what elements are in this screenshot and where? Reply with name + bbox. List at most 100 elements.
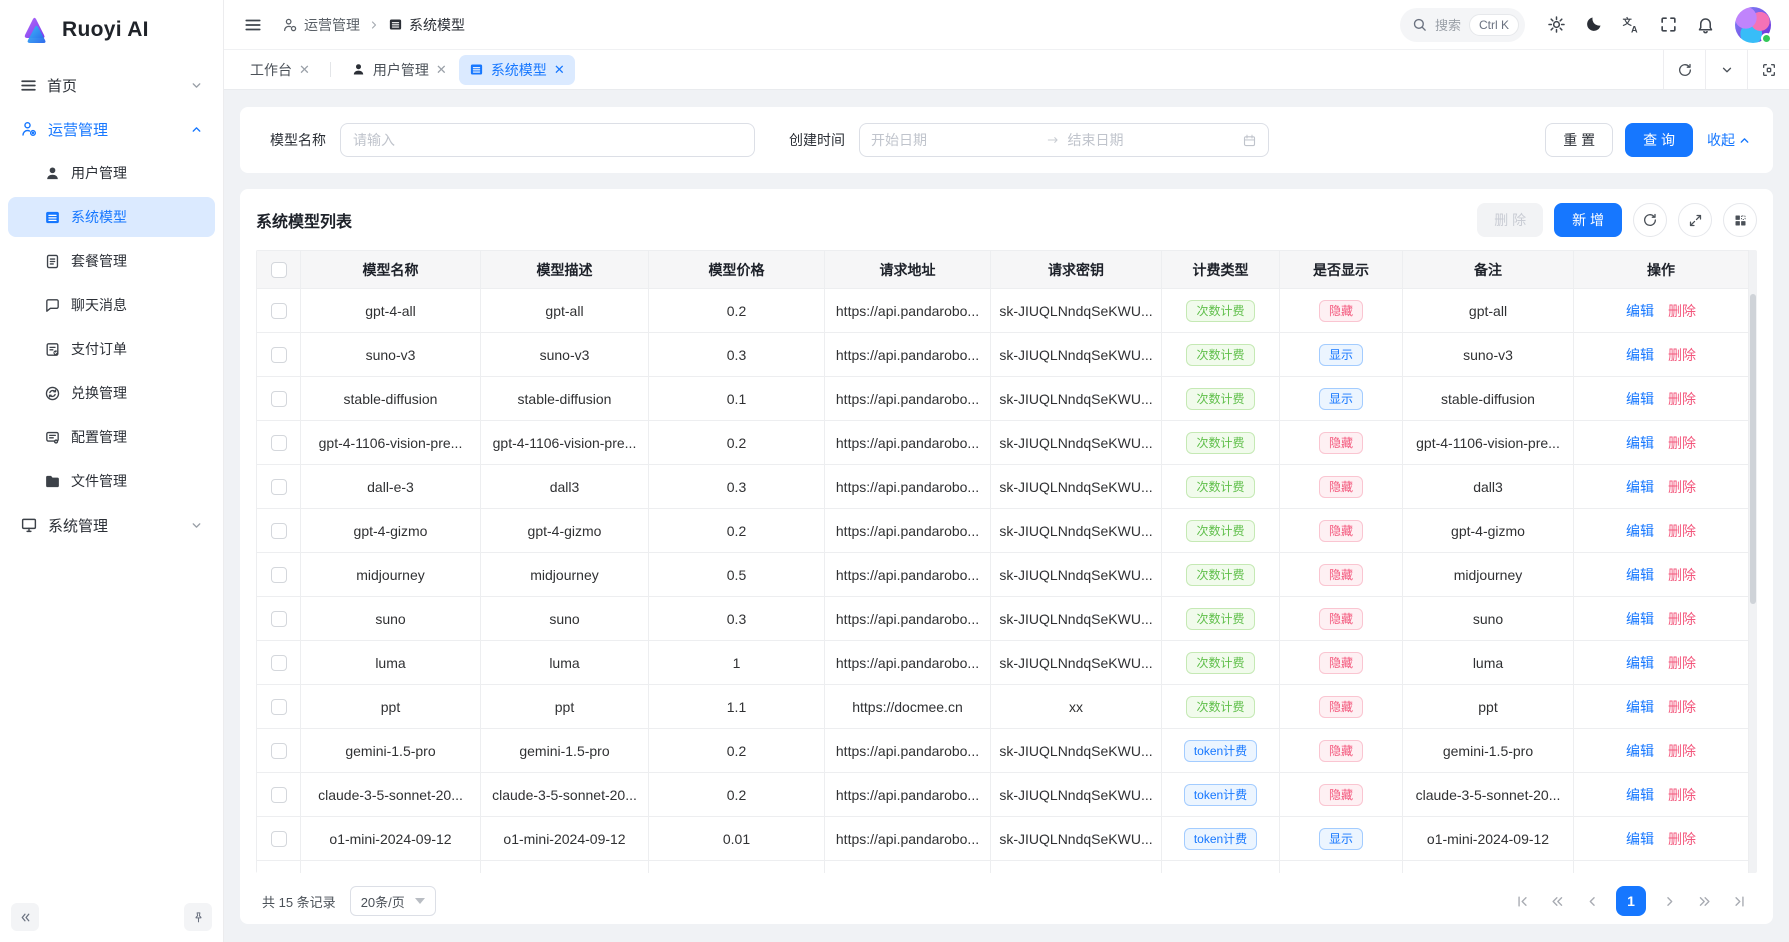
delete-link[interactable]: 删除 (1668, 831, 1696, 847)
search-button[interactable]: 查 询 (1625, 123, 1693, 157)
close-icon[interactable]: ✕ (299, 63, 310, 76)
delete-link[interactable]: 删除 (1668, 655, 1696, 671)
column-settings-button[interactable] (1723, 203, 1757, 237)
refresh-page-button[interactable] (1663, 50, 1705, 89)
sidebar-item-home[interactable]: 首页 (8, 65, 215, 105)
delete-link[interactable]: 删除 (1668, 347, 1696, 363)
sidebar-item-operations[interactable]: 运营管理 (8, 109, 215, 149)
sidebar-item-package-management[interactable]: 套餐管理 (8, 241, 215, 281)
table-scrollbar-thumb[interactable] (1750, 294, 1756, 604)
tab-user-management[interactable]: 用户管理 ✕ (341, 55, 457, 85)
tabbar: 工作台 ✕ 用户管理 ✕ 系统模型 ✕ (224, 50, 1789, 90)
pin-sidebar-button[interactable] (184, 903, 212, 931)
edit-link[interactable]: 编辑 (1626, 347, 1654, 363)
delete-link[interactable]: 删除 (1668, 611, 1696, 627)
delete-link[interactable]: 删除 (1668, 303, 1696, 319)
page-size-select[interactable]: 20条/页 (350, 886, 436, 916)
cell-model-price: 0.1 (649, 377, 825, 421)
language-toggle[interactable]: 文 A (1615, 9, 1647, 41)
breadcrumb-system-model[interactable]: 系统模型 (388, 15, 465, 35)
forward-five-pages-button[interactable] (1693, 890, 1716, 913)
row-checkbox[interactable] (271, 567, 287, 583)
row-checkbox[interactable] (271, 831, 287, 847)
current-page-button[interactable]: 1 (1616, 886, 1646, 916)
previous-page-button[interactable] (1581, 890, 1604, 913)
fullscreen-button[interactable] (1653, 9, 1684, 40)
select-all-checkbox[interactable] (271, 262, 287, 278)
content-fullscreen-button[interactable] (1747, 50, 1789, 89)
edit-link[interactable]: 编辑 (1626, 567, 1654, 583)
delete-link[interactable]: 删除 (1668, 479, 1696, 495)
sidebar-item-chat-messages[interactable]: 聊天消息 (8, 285, 215, 325)
delete-link[interactable]: 删除 (1668, 391, 1696, 407)
sidebar-item-system-model[interactable]: 系统模型 (8, 197, 215, 237)
edit-link[interactable]: 编辑 (1626, 699, 1654, 715)
sidebar-item-config-management[interactable]: 配置管理 (8, 417, 215, 457)
delete-link[interactable]: 删除 (1668, 787, 1696, 803)
close-icon[interactable]: ✕ (554, 63, 565, 76)
sidebar-item-file-management[interactable]: 文件管理 (8, 461, 215, 501)
reset-button[interactable]: 重 置 (1545, 123, 1613, 157)
edit-link[interactable]: 编辑 (1626, 655, 1654, 671)
next-page-button[interactable] (1658, 890, 1681, 913)
last-page-button[interactable] (1728, 890, 1751, 913)
close-icon[interactable]: ✕ (436, 63, 447, 76)
global-search[interactable]: 搜索 Ctrl K (1400, 8, 1525, 42)
edit-link[interactable]: 编辑 (1626, 611, 1654, 627)
edit-link[interactable]: 编辑 (1626, 435, 1654, 451)
sidebar-item-exchange-management[interactable]: 兑换管理 (8, 373, 215, 413)
row-checkbox[interactable] (271, 699, 287, 715)
sidebar-item-system-management[interactable]: 系统管理 (8, 505, 215, 545)
row-checkbox[interactable] (271, 391, 287, 407)
brand-logo[interactable]: Ruoyi AI (0, 0, 223, 57)
breadcrumb-operations[interactable]: 运营管理 (282, 15, 360, 35)
collapse-filter-link[interactable]: 收起 (1707, 130, 1751, 150)
create-time-range-picker[interactable]: 开始日期 结束日期 (859, 123, 1269, 157)
delete-link[interactable]: 删除 (1668, 435, 1696, 451)
cell-model-price: 0.2 (649, 729, 825, 773)
edit-link[interactable]: 编辑 (1626, 743, 1654, 759)
row-checkbox[interactable] (271, 479, 287, 495)
model-name-input[interactable] (340, 123, 755, 157)
dark-mode-toggle[interactable] (1578, 9, 1609, 40)
tab-system-model[interactable]: 系统模型 ✕ (459, 55, 575, 85)
refresh-table-button[interactable] (1633, 203, 1667, 237)
row-checkbox[interactable] (271, 435, 287, 451)
row-checkbox[interactable] (271, 303, 287, 319)
delete-link[interactable]: 删除 (1668, 699, 1696, 715)
sidebar-item-user-management[interactable]: 用户管理 (8, 153, 215, 193)
first-page-button[interactable] (1511, 890, 1534, 913)
back-five-pages-button[interactable] (1546, 890, 1569, 913)
edit-link[interactable]: 编辑 (1626, 303, 1654, 319)
billing-type-tag: 次数计费 (1186, 652, 1254, 674)
delete-link[interactable]: 删除 (1668, 743, 1696, 759)
edit-link[interactable]: 编辑 (1626, 523, 1654, 539)
table-fullscreen-button[interactable] (1678, 203, 1712, 237)
edit-link[interactable]: 编辑 (1626, 787, 1654, 803)
delete-link[interactable]: 删除 (1668, 567, 1696, 583)
tab-options-dropdown[interactable] (1705, 50, 1747, 89)
cell-request-key: sk-JIUQLNndqSeKWU... (991, 729, 1162, 773)
row-checkbox[interactable] (271, 655, 287, 671)
column-header-model-desc: 模型描述 (481, 251, 649, 289)
tab-workbench[interactable]: 工作台 ✕ (240, 55, 320, 85)
collapse-menu-button[interactable] (238, 10, 268, 40)
row-checkbox[interactable] (271, 611, 287, 627)
delete-link[interactable]: 删除 (1668, 523, 1696, 539)
sidebar-collapse-button[interactable] (11, 903, 39, 931)
add-button[interactable]: 新 增 (1554, 203, 1622, 237)
sidebar-item-payment-orders[interactable]: 支付订单 (8, 329, 215, 369)
delete-selected-button[interactable]: 删 除 (1477, 203, 1543, 237)
row-checkbox[interactable] (271, 347, 287, 363)
edit-link[interactable]: 编辑 (1626, 479, 1654, 495)
notifications-button[interactable] (1690, 9, 1721, 40)
row-checkbox[interactable] (271, 523, 287, 539)
edit-link[interactable]: 编辑 (1626, 391, 1654, 407)
visibility-tag: 隐藏 (1319, 476, 1363, 498)
edit-link[interactable]: 编辑 (1626, 831, 1654, 847)
table-scroll-area: 模型名称 模型描述 模型价格 请求地址 请求密钥 计费类型 是否显示 备注 操作 (256, 250, 1757, 873)
settings-button[interactable] (1541, 9, 1572, 40)
row-checkbox[interactable] (271, 787, 287, 803)
user-avatar[interactable] (1735, 7, 1771, 43)
row-checkbox[interactable] (271, 743, 287, 759)
